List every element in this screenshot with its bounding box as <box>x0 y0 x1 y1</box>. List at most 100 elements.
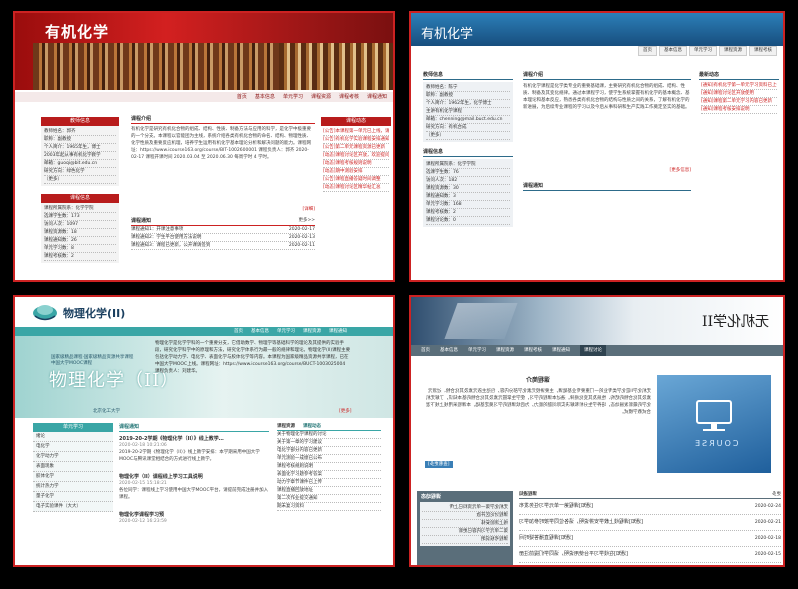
nav-home[interactable]: 首页 <box>421 345 430 356</box>
news-item[interactable]: [通知]课程第二单元学习内容已更新 <box>701 98 777 106</box>
unit-item[interactable]: 表面现象 <box>33 462 113 472</box>
news-item[interactable]: 第二单元学习内容已更新 <box>422 528 508 536</box>
site-header: 物理化学(II) <box>15 297 393 327</box>
nav-home[interactable]: 首页 <box>237 92 247 102</box>
news-item[interactable]: [动态]课程考核规则说明 <box>323 160 389 168</box>
notice-title[interactable]: [通知]课程第一单元学习任务发布 <box>519 499 593 514</box>
notice-row[interactable]: [通知]课程线上教学安排说明，请各位同学按时参加学习 2020-02-21 <box>519 515 781 531</box>
nav-notices[interactable]: 课程通知 <box>329 327 347 336</box>
unit-item[interactable]: 量子化学 <box>33 492 113 502</box>
notice-date: 2020-02-15 15:18:21 <box>119 481 167 486</box>
nav-info[interactable]: 基本信息 <box>255 92 275 102</box>
news-item[interactable]: 课程考核规则说明 <box>277 463 381 471</box>
notice-title[interactable]: 课程通知1：开课注意事项 <box>131 226 183 233</box>
site-header: 无机化学II <box>411 297 783 345</box>
news-item[interactable]: [动态]期中测验安排 <box>323 168 389 176</box>
nav-resources[interactable]: 课程资源 <box>303 327 321 336</box>
news-item[interactable]: 动力学章节课件已上传 <box>277 479 381 487</box>
notice-more-link[interactable]: 更多>> <box>298 217 315 225</box>
unit-item[interactable]: 电子实验课件（大大） <box>33 502 113 512</box>
main-nav: 首页 基本信息 单元学习 课程资源 课程考核 课程通知 <box>15 92 393 102</box>
notice-row[interactable]: 课程通知3：课程已更新，公开课请签到 2020-02-11 <box>131 242 315 250</box>
nav-notices[interactable]: 课程通知 <box>552 345 570 356</box>
nav-units[interactable]: 单元学习 <box>689 46 717 56</box>
news-item[interactable]: [公告]有机化学实验课程安排通知 <box>323 136 389 144</box>
nav-home[interactable]: 首页 <box>234 327 243 336</box>
news-heading: 最新动态 <box>699 71 779 80</box>
news-item[interactable]: 期末复习资料 <box>277 503 381 511</box>
news-item[interactable]: 关于物理化学课程的讨论 <box>277 431 381 439</box>
site-header: 有机化学 <box>15 13 393 90</box>
news-item[interactable]: 线上测验安排 <box>422 520 508 528</box>
news-item[interactable]: 电化学部分内容已更新 <box>277 447 381 455</box>
unit-item[interactable]: 绪论 <box>33 432 113 442</box>
nav-exams[interactable]: 课程考核 <box>749 46 777 56</box>
nav-resources[interactable]: 课程资源 <box>496 345 514 356</box>
unit-item[interactable]: 统计热力学 <box>33 482 113 492</box>
panel-physical-chem: 物理化学(II) 首页 基本信息 单元学习 课程资源 课程通知 国家级精品课程·国家级精… <box>13 295 395 567</box>
intro-more-link[interactable]: [更多] <box>339 408 352 415</box>
news-box: 课程动态 无机化学第一单元资料已上传 课程讨论区开放 线上测验安排 第二单元学习… <box>417 491 513 565</box>
news-item[interactable]: [通知]课程讨论区开放使用 <box>701 90 777 98</box>
news-item[interactable]: 关于第一章的学习建议 <box>277 439 381 447</box>
nav-discussion[interactable]: 课程讨论 <box>580 345 606 356</box>
notice-title[interactable]: [通知]在线学习平台使用说明，请同学们提前注册 <box>519 547 628 562</box>
nav-units[interactable]: 单元学习 <box>468 345 486 356</box>
news-item[interactable]: 课程考核说明 <box>422 536 508 544</box>
nav-notices[interactable]: 课程通知 <box>367 92 387 102</box>
notice-title[interactable]: 课程通知2：学生平台使用方法说明 <box>131 234 201 241</box>
nav-exams[interactable]: 课程考核 <box>339 92 359 102</box>
intro-more-button[interactable]: [查看更多] <box>425 461 453 468</box>
course-stat: 课程讨论数：0 <box>426 217 510 225</box>
nav-home[interactable]: 首页 <box>638 46 657 56</box>
news-item[interactable]: [公告]课程直播答疑时间调整 <box>323 176 389 184</box>
notice-row[interactable]: [通知]课程直播答疑时间 2020-02-18 <box>519 531 781 547</box>
news-item[interactable]: 第二次作业提交通知 <box>277 495 381 503</box>
notice-title[interactable]: 课程通知3：课程已更新，公开课请签到 <box>131 242 210 249</box>
course-banner: 国家级精品课程·国家级精品资源共享课程 中国大学MOOC课程 物理化学（II） … <box>15 336 393 418</box>
intro-more-link[interactable]: [详细] <box>131 206 315 213</box>
tab-news[interactable]: 课程动态 <box>303 423 321 430</box>
unit-item[interactable]: 电化学 <box>33 442 113 452</box>
header-graphic <box>444 303 518 339</box>
news-item[interactable]: 表面化学习题参考答案 <box>277 471 381 479</box>
nav-info[interactable]: 基本信息 <box>440 345 458 356</box>
unit-item[interactable]: 化学动力学 <box>33 452 113 462</box>
nav-info[interactable]: 基本信息 <box>251 327 269 336</box>
news-item[interactable]: 单元测验一成绩已公布 <box>277 455 381 463</box>
notice-title[interactable]: 物理化学课程学习预 <box>119 511 269 518</box>
notice-more-link[interactable]: 更多 <box>772 491 781 498</box>
intro-text: 有机化学课程是化学类专业的重要基础课，主要研究有机化合物的组成、结构、性质、制备… <box>523 84 690 110</box>
course-stat: 课程所属院系：化学学院 <box>426 161 510 169</box>
nav-info[interactable]: 基本信息 <box>659 46 687 56</box>
news-item[interactable]: [通知]有机化学第一单元学习资料已上传 <box>701 82 777 90</box>
intro-more-label: [查看更多] <box>428 462 450 467</box>
notice-title[interactable]: 物理化学（II）课程线上学习工具说明 <box>119 473 269 480</box>
notice-row[interactable]: [通知]在线学习平台使用说明，请同学们提前注册 2020-02-15 <box>519 547 781 563</box>
teacher-more-link[interactable]: （更多） <box>44 176 116 184</box>
news-item[interactable]: [公告]第二单元课程资源已更新 <box>323 144 389 152</box>
notice-title[interactable]: [通知]课程直播答疑时间 <box>519 531 573 546</box>
notice-tab[interactable]: 课程通知 <box>119 423 269 432</box>
news-item[interactable]: [公告]本课程第一单元已上线，请各位同学按时学习 <box>323 128 389 136</box>
notice-row[interactable]: 课程通知1：开课注意事项 2020-02-17 <box>131 226 315 234</box>
notice-row[interactable]: 课程通知2：学生平台使用方法说明 2020-02-13 <box>131 234 315 242</box>
notice-title[interactable]: 2019-20-2学期《物理化学（II）》线上教学… <box>119 435 269 442</box>
news-item[interactable]: 课程讨论区开放 <box>422 512 508 520</box>
news-item[interactable]: [动态]课程讨论区开放，欢迎提问 <box>323 152 389 160</box>
news-item[interactable]: 课程直播回放地址 <box>277 487 381 495</box>
nav-resources[interactable]: 课程资源 <box>311 92 331 102</box>
news-item[interactable]: 无机化学第一单元资料已上传 <box>422 504 508 512</box>
nav-resources[interactable]: 课程资源 <box>719 46 747 56</box>
unit-item[interactable]: 胶体化学 <box>33 472 113 482</box>
news-item[interactable]: [动态]课程讨论区精华帖汇总 <box>323 184 389 192</box>
tab-resources[interactable]: 课程资源 <box>277 423 295 430</box>
nav-units[interactable]: 单元学习 <box>283 92 303 102</box>
intro-more-link[interactable]: [更多信息] <box>523 167 691 174</box>
notice-row[interactable]: [通知]课程第一单元学习任务发布 2020-02-24 <box>519 499 781 515</box>
notice-title[interactable]: [通知]课程线上教学安排说明，请各位同学按时参加学习 <box>519 515 643 530</box>
nav-exams[interactable]: 课程考核 <box>524 345 542 356</box>
news-item[interactable]: [通知]课程考核安排说明 <box>701 106 777 114</box>
teacher-more-link[interactable]: （更多） <box>426 132 510 140</box>
nav-units[interactable]: 单元学习 <box>277 327 295 336</box>
